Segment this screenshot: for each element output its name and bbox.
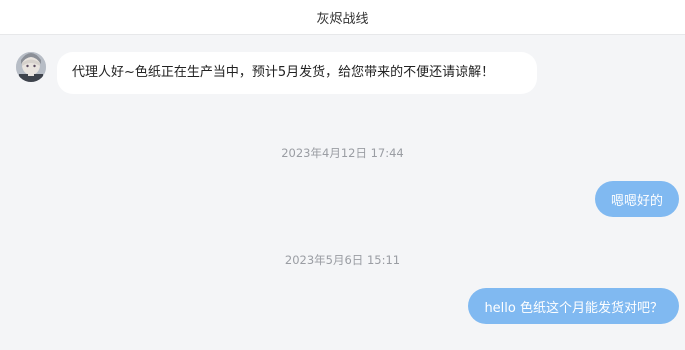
timestamp-text: 2023年5月6日 15:11 xyxy=(284,253,401,267)
outgoing-message-text: 嗯嗯好的 xyxy=(610,193,663,209)
character-avatar-icon xyxy=(16,52,46,82)
chat-title: 灰烬战线 xyxy=(316,11,369,27)
outgoing-message-bubble[interactable]: 嗯嗯好的 xyxy=(594,181,679,217)
outgoing-message-bubble[interactable]: hello 色纸这个月能发货对吧？ xyxy=(468,288,679,324)
message-list[interactable]: 代理人好~色纸正在生产当中，预计5月发货，给您带来的不便还请谅解！ 2023年4… xyxy=(0,35,685,350)
chat-header: 灰烬战线 xyxy=(0,0,685,35)
outgoing-message-text: hello 色纸这个月能发货对吧？ xyxy=(484,300,663,316)
message-timestamp: 2023年4月12日 17:44 xyxy=(0,145,685,161)
incoming-message-bubble[interactable]: 代理人好~色纸正在生产当中，预计5月发货，给您带来的不便还请谅解！ xyxy=(57,52,537,94)
sender-avatar[interactable] xyxy=(16,52,46,82)
message-timestamp: 2023年5月6日 15:11 xyxy=(0,252,685,268)
incoming-message-text: 代理人好~色纸正在生产当中，预计5月发货，给您带来的不便还请谅解！ xyxy=(72,65,495,80)
timestamp-text: 2023年4月12日 17:44 xyxy=(281,146,404,160)
